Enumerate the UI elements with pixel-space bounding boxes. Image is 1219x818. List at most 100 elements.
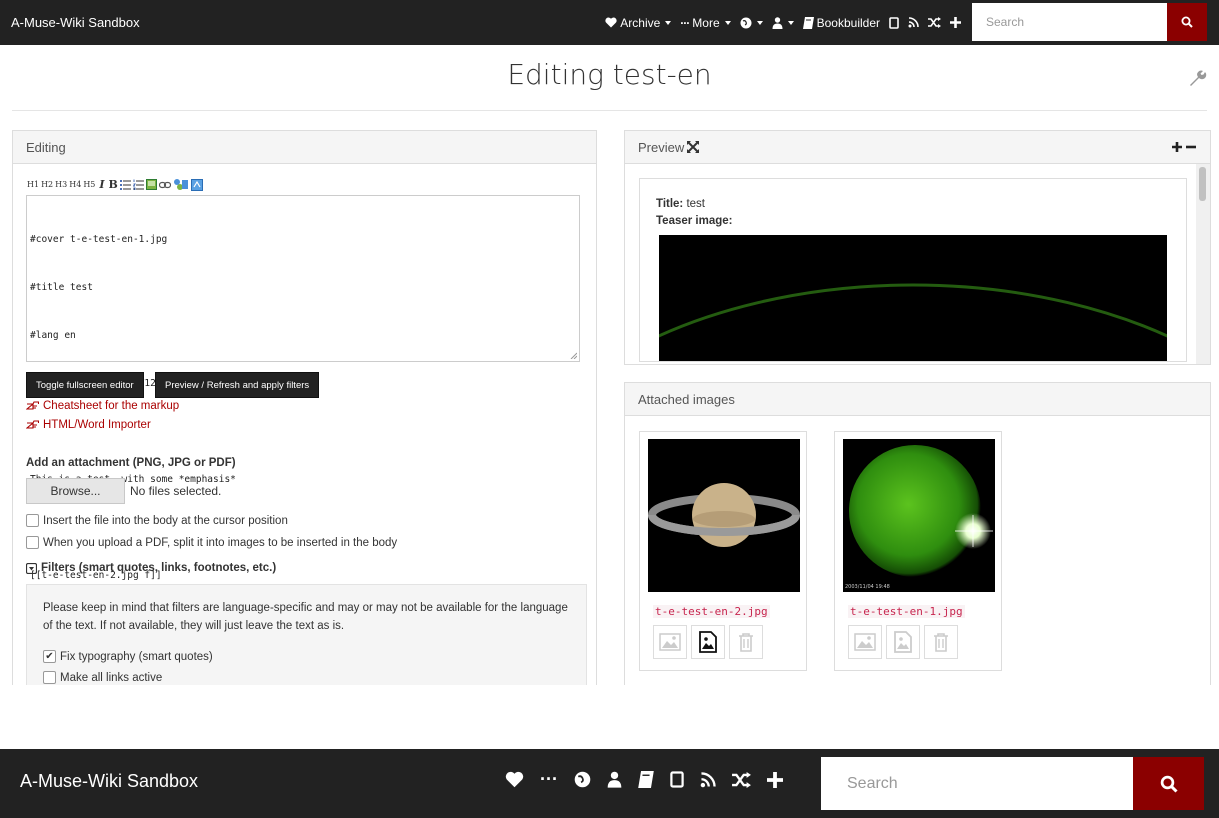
fullscreen-icon[interactable]	[687, 141, 700, 153]
h4-button[interactable]: H4	[69, 180, 81, 189]
italic-button[interactable]: I	[99, 178, 104, 191]
editor-line: #cover t-e-test-en-1.jpg	[30, 234, 168, 245]
search-input[interactable]: Search	[972, 3, 1167, 41]
globe-icon[interactable]	[574, 771, 591, 788]
search-icon	[1160, 775, 1178, 793]
image-timestamp: 2003/11/04 19:48	[845, 584, 890, 590]
image-card: 2003/11/04 19:48 t-e-test-en-1.jpg	[834, 431, 1002, 671]
body-editor-textarea[interactable]: #cover t-e-test-en-1.jpg #title test #la…	[26, 195, 580, 581]
numbered-list-icon[interactable]	[132, 179, 144, 190]
add-link[interactable]	[950, 17, 961, 28]
scrollbar-thumb[interactable]	[1199, 167, 1206, 201]
heart-icon[interactable]	[505, 771, 524, 788]
sun-thumb-graphic	[843, 439, 995, 592]
h5-button[interactable]: H5	[83, 180, 95, 189]
preview-title-row: Title: test	[656, 198, 705, 210]
plus-icon[interactable]	[766, 771, 783, 788]
filters-label: Filters (smart quotes, links, footnotes,…	[41, 562, 277, 574]
chevron-down-icon	[724, 20, 731, 25]
bold-button[interactable]: B	[109, 178, 118, 191]
image-card: t-e-test-en-2.jpg	[639, 431, 807, 671]
h2-button[interactable]: H2	[41, 180, 53, 189]
bullet-list-icon[interactable]	[119, 179, 131, 190]
link-icon[interactable]	[158, 181, 171, 189]
footnote-icon[interactable]	[173, 178, 189, 191]
cheatsheet-link[interactable]: Cheatsheet for the markup	[26, 400, 179, 412]
make-links-checkbox[interactable]	[43, 671, 56, 684]
title-value: test	[686, 198, 706, 210]
bottom-navbar: A-Muse-Wiki Sandbox ··· Search	[0, 749, 1219, 818]
resize-grip-icon[interactable]	[569, 351, 577, 359]
preview-heading-label: Preview	[638, 139, 685, 155]
chevron-down-icon	[787, 20, 794, 25]
split-pdf-option[interactable]: When you upload a PDF, split it into ima…	[26, 536, 397, 549]
filters-note: Please keep in mind that filters are lan…	[43, 602, 568, 632]
search-button[interactable]	[1167, 3, 1207, 41]
archive-label: Archive	[620, 15, 661, 30]
special-char-icon[interactable]	[190, 178, 203, 191]
set-cover-button[interactable]	[691, 625, 725, 659]
trash-icon	[739, 633, 753, 652]
bookbuilder-link[interactable]: Bookbuilder	[802, 16, 880, 30]
tablet-icon[interactable]	[670, 771, 684, 788]
site-brand[interactable]: A-Muse-Wiki Sandbox	[20, 771, 198, 792]
wrench-icon[interactable]	[1187, 68, 1207, 88]
page-title: Editing test-en	[507, 58, 712, 91]
editing-heading: Editing	[13, 131, 596, 164]
make-links-option[interactable]: Make all links active	[43, 671, 162, 684]
importer-link[interactable]: HTML/Word Importer	[26, 419, 151, 431]
toggle-fullscreen-button[interactable]: Toggle fullscreen editor	[26, 372, 144, 398]
rss-link[interactable]	[908, 17, 919, 28]
bottom-nav-icons: ···	[505, 770, 783, 788]
zoom-out-icon[interactable]	[1185, 141, 1197, 153]
zoom-in-icon[interactable]	[1171, 141, 1183, 153]
insert-file-label: Insert the file into the body at the cur…	[43, 514, 288, 527]
browse-button[interactable]: Browse...	[26, 478, 125, 504]
insert-file-checkbox[interactable]	[26, 514, 39, 527]
file-image-icon	[894, 631, 912, 653]
chevron-down-icon	[665, 20, 672, 25]
search-button[interactable]	[1133, 757, 1204, 810]
set-teaser-button[interactable]	[848, 625, 882, 659]
site-brand[interactable]: A-Muse-Wiki Sandbox	[11, 15, 140, 30]
book-icon[interactable]	[638, 771, 654, 788]
image-thumbnail[interactable]: 2003/11/04 19:48	[843, 439, 995, 592]
user-menu[interactable]	[772, 16, 794, 29]
image-actions	[653, 625, 763, 659]
delete-image-button[interactable]	[924, 625, 958, 659]
image-thumbnail[interactable]	[648, 439, 800, 592]
saturn-image-graphic	[648, 439, 800, 592]
shuffle-icon[interactable]	[732, 771, 751, 788]
teaser-image	[659, 235, 1167, 361]
more-menu[interactable]: ··· More	[680, 15, 731, 30]
h1-button[interactable]: H1	[27, 180, 39, 189]
image-icon	[854, 633, 876, 651]
image-insert-icon[interactable]	[145, 179, 157, 190]
archive-menu[interactable]: Archive	[605, 15, 672, 30]
fix-typography-label: Fix typography (smart quotes)	[60, 650, 213, 663]
image-filename: t-e-test-en-2.jpg	[653, 605, 770, 618]
rss-icon[interactable]	[700, 771, 716, 788]
delete-image-button[interactable]	[729, 625, 763, 659]
filters-toggle[interactable]: Filters (smart quotes, links, footnotes,…	[26, 562, 276, 574]
more-label: More	[692, 15, 720, 30]
preview-panel: Preview Title: test Teaser image:	[624, 130, 1211, 365]
rss-icon	[908, 17, 919, 28]
shuffle-icon	[928, 17, 941, 28]
random-link[interactable]	[928, 17, 941, 28]
mobile-link[interactable]	[889, 16, 899, 29]
search-input[interactable]: Search	[821, 757, 1133, 810]
insert-file-option[interactable]: Insert the file into the body at the cur…	[26, 514, 288, 527]
user-icon[interactable]	[607, 771, 622, 788]
split-pdf-checkbox[interactable]	[26, 536, 39, 549]
language-menu[interactable]	[740, 17, 763, 29]
preview-refresh-button[interactable]: Preview / Refresh and apply filters	[155, 372, 320, 398]
h3-button[interactable]: H3	[55, 180, 67, 189]
preview-scrollbar[interactable]	[1196, 164, 1210, 364]
set-cover-button[interactable]	[886, 625, 920, 659]
ellipsis-icon[interactable]: ···	[540, 770, 558, 788]
set-teaser-button[interactable]	[653, 625, 687, 659]
fix-typography-option[interactable]: ✔ Fix typography (smart quotes)	[43, 650, 213, 663]
no-files-status: No files selected.	[130, 484, 222, 498]
fix-typography-checkbox[interactable]: ✔	[43, 650, 56, 663]
